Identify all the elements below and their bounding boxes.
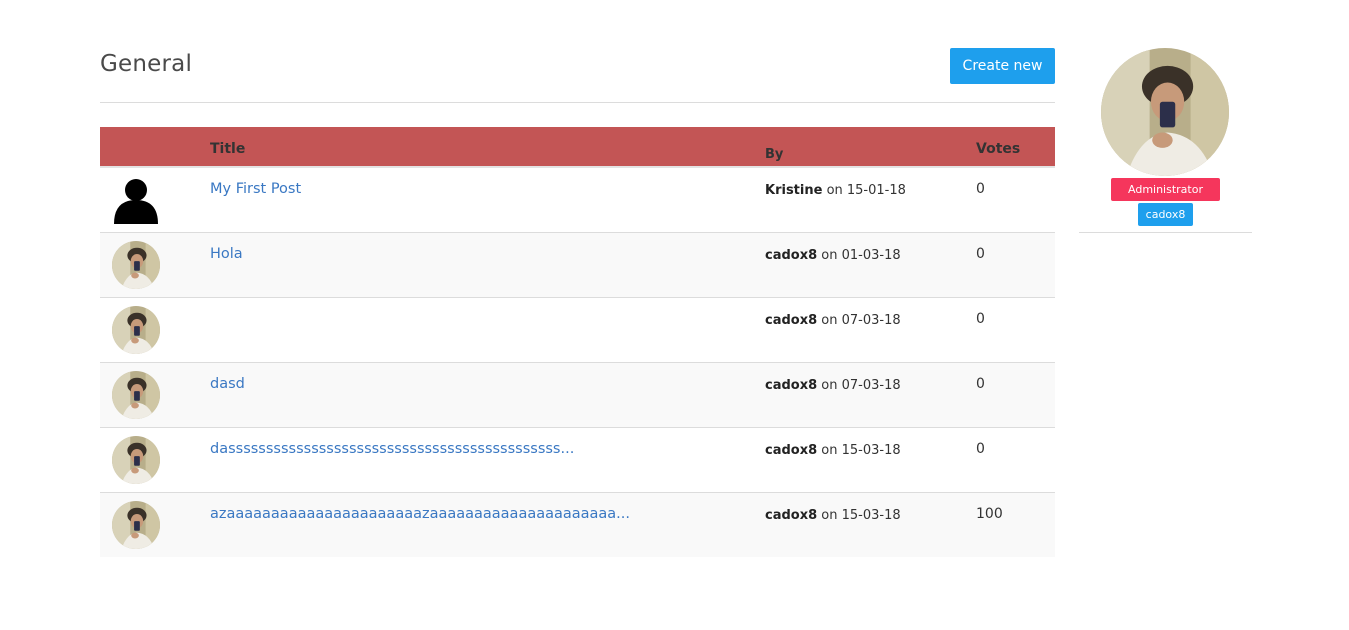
post-title-link[interactable]: Hola [210,246,243,262]
post-title-link[interactable]: dasd [210,376,245,392]
post-title-link[interactable]: dassssssssssssssssssssssssssssssssssssss… [210,441,574,457]
post-votes: 100 [976,505,1003,522]
post-author[interactable]: cadox8 [765,313,817,328]
post-date: on 15-01-18 [826,183,906,198]
post-author[interactable]: cadox8 [765,248,817,263]
user-silhouette-icon [114,179,158,224]
table-row: Hola cadox8 on 01-03-18 0 [100,232,1055,297]
post-date: on 07-03-18 [821,312,901,328]
profile-avatar[interactable] [1101,48,1229,176]
user-avatar[interactable] [112,371,160,419]
create-new-button[interactable]: Create new [950,48,1055,84]
post-votes: 0 [976,245,985,262]
user-avatar[interactable] [112,306,160,354]
main-content: General Create new Title By Votes My Fir… [100,48,1055,557]
post-votes: 0 [976,181,985,197]
post-date: on 15-03-18 [821,507,901,523]
username-badge[interactable]: cadox8 [1138,203,1193,226]
role-badge: Administrator [1111,178,1220,201]
post-date: on 01-03-18 [821,247,901,263]
header-avatar [100,127,210,168]
user-avatar[interactable] [112,501,160,549]
posts-table: Title By Votes My First Post Kristine on… [100,127,1055,557]
page-header: General Create new [100,48,1055,103]
post-date: on 07-03-18 [821,377,901,393]
post-title-link[interactable]: azaaaaaaaaaaaaaaaaaaaaaazaaaaaaaaaaaaaaa… [210,506,630,522]
table-row: cadox8 on 07-03-18 0 [100,297,1055,362]
post-author[interactable]: cadox8 [765,378,817,393]
table-row: azaaaaaaaaaaaaaaaaaaaaaazaaaaaaaaaaaaaaa… [100,492,1055,557]
page-title: General [100,51,193,77]
user-avatar[interactable] [112,241,160,289]
post-author[interactable]: cadox8 [765,508,817,523]
post-votes: 0 [976,440,985,457]
table-row: dassssssssssssssssssssssssssssssssssssss… [100,427,1055,492]
table-row: dasd cadox8 on 07-03-18 0 [100,362,1055,427]
header-by[interactable]: By [765,127,976,168]
header-votes[interactable]: Votes [976,127,1055,168]
post-title-link[interactable]: My First Post [210,181,301,197]
post-votes: 0 [976,375,985,392]
profile-card: Administrator cadox8 [1079,48,1252,233]
post-votes: 0 [976,310,985,327]
table-row: My First Post Kristine on 15-01-18 0 [100,167,1055,232]
table-header-row: Title By Votes [100,127,1055,168]
user-avatar[interactable] [112,436,160,484]
post-date: on 15-03-18 [821,442,901,458]
post-author[interactable]: Kristine [765,183,822,198]
header-title[interactable]: Title [210,127,765,168]
post-author[interactable]: cadox8 [765,443,817,458]
